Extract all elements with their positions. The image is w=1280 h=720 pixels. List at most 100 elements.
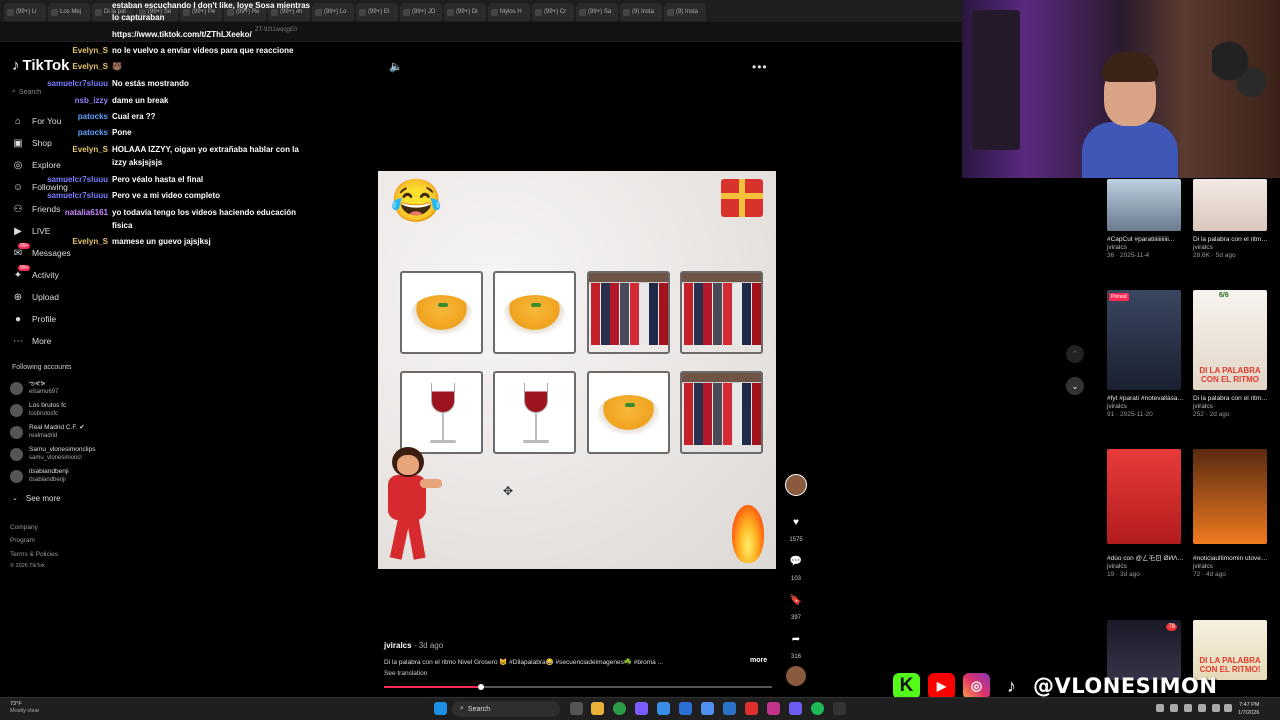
- see-more-button[interactable]: ⌄ See more: [12, 489, 61, 507]
- browser-tab[interactable]: (99+) Di: [444, 3, 486, 21]
- video-thumbnail[interactable]: [1107, 179, 1181, 231]
- video-card-info[interactable]: #CapCut #paratiiiiiiiiiii... jviralcs 36 ·…: [1107, 236, 1185, 260]
- tray-icon[interactable]: [1184, 704, 1192, 712]
- video-thumbnail[interactable]: [1193, 449, 1267, 544]
- chat-text: lo capturaban: [112, 13, 165, 22]
- app-icon-2[interactable]: [701, 702, 714, 715]
- chat-text: estaban escuchando I don't like, loye So…: [112, 1, 310, 10]
- browser-tab[interactable]: (99+) Li: [4, 3, 46, 21]
- video-card-info[interactable]: #fyt #parati #notevallasaena...jviralcs9…: [1107, 395, 1185, 419]
- discord-icon[interactable]: [789, 702, 802, 715]
- app-icon-5[interactable]: [767, 702, 780, 715]
- tab-label: (99+) El: [368, 9, 390, 15]
- sound-avatar[interactable]: [786, 666, 806, 686]
- footer-link[interactable]: Terms & Policies: [10, 551, 58, 558]
- taskbar-search[interactable]: ⌕ Search: [452, 701, 560, 717]
- sidebar-item-explore[interactable]: ◎ Explore: [12, 156, 61, 174]
- video-card-info[interactable]: #noticiaultimomin utovenezuela...jviralc…: [1193, 555, 1271, 579]
- browser-tab[interactable]: (9) Insta: [664, 3, 706, 21]
- file-explorer-icon[interactable]: [591, 702, 604, 715]
- glass-stem: [442, 413, 444, 441]
- browser-tab[interactable]: (99+) JD: [400, 3, 442, 21]
- avatar[interactable]: [10, 381, 23, 395]
- windows-start-icon[interactable]: [434, 702, 447, 715]
- browser-tab[interactable]: (99+) Lo: [312, 3, 354, 21]
- video-progress-bar[interactable]: [384, 684, 772, 690]
- following-account[interactable]: Los brutos fc losbrutosfc: [10, 400, 66, 420]
- app-icon-4[interactable]: [745, 702, 758, 715]
- previous-video-button[interactable]: ⌃: [1066, 345, 1084, 363]
- video-author[interactable]: jviralcs · 3d ago: [384, 641, 443, 650]
- video-card-title: #fyt #parati #notevallasaena...: [1107, 395, 1185, 402]
- app-icon[interactable]: [635, 702, 648, 715]
- footer-link[interactable]: Company: [10, 524, 38, 531]
- video-thumbnail[interactable]: [1193, 179, 1267, 231]
- more-options-icon[interactable]: •••: [752, 60, 768, 74]
- video-thumbnail[interactable]: [1107, 290, 1181, 390]
- app-icon-3[interactable]: [723, 702, 736, 715]
- search-icon: ⌕: [12, 88, 16, 95]
- browser-tab[interactable]: Mylos H: [488, 3, 530, 21]
- account-names: itsabiandbenji itsabiandbenji: [29, 468, 69, 484]
- task-view-icon[interactable]: [570, 702, 583, 715]
- progress-knob[interactable]: [478, 684, 484, 690]
- sidebar-item-upload[interactable]: ⊕ Upload: [12, 288, 59, 306]
- avatar[interactable]: [10, 469, 23, 483]
- video-thumbnail[interactable]: [1107, 449, 1181, 544]
- next-video-button[interactable]: ⌄: [1066, 377, 1084, 395]
- video-card-info[interactable]: Di la palabra con el ritmo nivel...jvira…: [1193, 395, 1271, 419]
- tray-icon[interactable]: [1198, 704, 1206, 712]
- spotify-icon[interactable]: [811, 702, 824, 715]
- footer-link[interactable]: Program: [10, 537, 35, 544]
- browser-tab[interactable]: (99+) El: [356, 3, 398, 21]
- browser-tab[interactable]: Los Mej: [48, 3, 90, 21]
- tab-label: (99+) Di: [456, 9, 478, 15]
- share-icon[interactable]: ➦: [788, 631, 804, 647]
- avatar[interactable]: [10, 447, 23, 461]
- store-icon[interactable]: [679, 702, 692, 715]
- browser-tab[interactable]: (9) Insta: [620, 3, 662, 21]
- video-card-author: jviralcs: [1193, 563, 1213, 570]
- following-account[interactable]: ఌ⋞⋟ elsamu697: [10, 378, 58, 398]
- browser-tab[interactable]: (99+) Cr: [532, 3, 574, 21]
- browser-tab[interactable]: (99+) Sa: [576, 3, 618, 21]
- caption-more-button[interactable]: more: [750, 657, 767, 664]
- edge-icon[interactable]: [657, 702, 670, 715]
- sidebar-item-more[interactable]: ⋯ More: [12, 332, 51, 350]
- grid-image-soup: [493, 271, 576, 354]
- following-account[interactable]: Samu_vlonesimonclips samu_vlonesimoncl: [10, 444, 95, 464]
- avatar[interactable]: [10, 425, 23, 439]
- tray-icon[interactable]: [1170, 704, 1178, 712]
- following-account[interactable]: itsabiandbenji itsabiandbenji: [10, 466, 69, 486]
- avatar[interactable]: [10, 403, 23, 417]
- sidebar-item-profile[interactable]: ● Profile: [12, 310, 56, 328]
- bookmark-icon[interactable]: 🔖: [788, 592, 804, 608]
- obs-icon[interactable]: [833, 702, 846, 715]
- volume-tray-icon[interactable]: [1224, 704, 1232, 712]
- video-card-title: #noticiaultimomin utovenezuela...: [1193, 555, 1271, 562]
- following-account[interactable]: Real Madrid C.F. ✔ realmadrid: [10, 422, 85, 442]
- comment-icon[interactable]: 💬: [788, 553, 804, 569]
- video-thumbnail[interactable]: DI LA PALABRA CON EL RITMO 6/6: [1193, 290, 1267, 390]
- creator-avatar[interactable]: [785, 474, 807, 496]
- weather-widget[interactable]: 73°F Mostly clear: [10, 701, 39, 715]
- account-names: Samu_vlonesimonclips samu_vlonesimoncl: [29, 446, 95, 462]
- video-card-title: #CapCut #paratiiiiiiiiiii...: [1107, 236, 1175, 243]
- video-card-info[interactable]: #dúo con @ㄥ乇ㄖ ØИΛ R Ðo 🙇 ...jviralcs19 ·…: [1107, 555, 1185, 579]
- tab-favicon-icon: [447, 8, 454, 16]
- youtube-icon: ▶: [928, 673, 955, 699]
- video-card-stats: 36 · 2025-11-4: [1107, 252, 1150, 259]
- see-translation-link[interactable]: See translation: [384, 670, 427, 677]
- chrome-icon[interactable]: [613, 702, 626, 715]
- grid-image-soup: [400, 271, 483, 354]
- like-icon[interactable]: ♥: [788, 514, 804, 530]
- video-card-author: jviralcs: [1193, 244, 1213, 251]
- sidebar-item-activity[interactable]: ✦ 99+ Activity: [12, 265, 59, 284]
- wifi-icon[interactable]: [1212, 704, 1220, 712]
- volume-icon[interactable]: 🔈: [389, 60, 403, 73]
- system-clock[interactable]: 7:47 PM 1/7/2026: [1238, 701, 1259, 717]
- like-count: 1575: [789, 537, 803, 543]
- video-card-info[interactable]: Di la palabra con el ritmo 😂 ...jviralcs…: [1193, 236, 1271, 260]
- tray-chevron-icon[interactable]: [1156, 704, 1164, 712]
- video-player[interactable]: 😂 ✥: [378, 171, 776, 569]
